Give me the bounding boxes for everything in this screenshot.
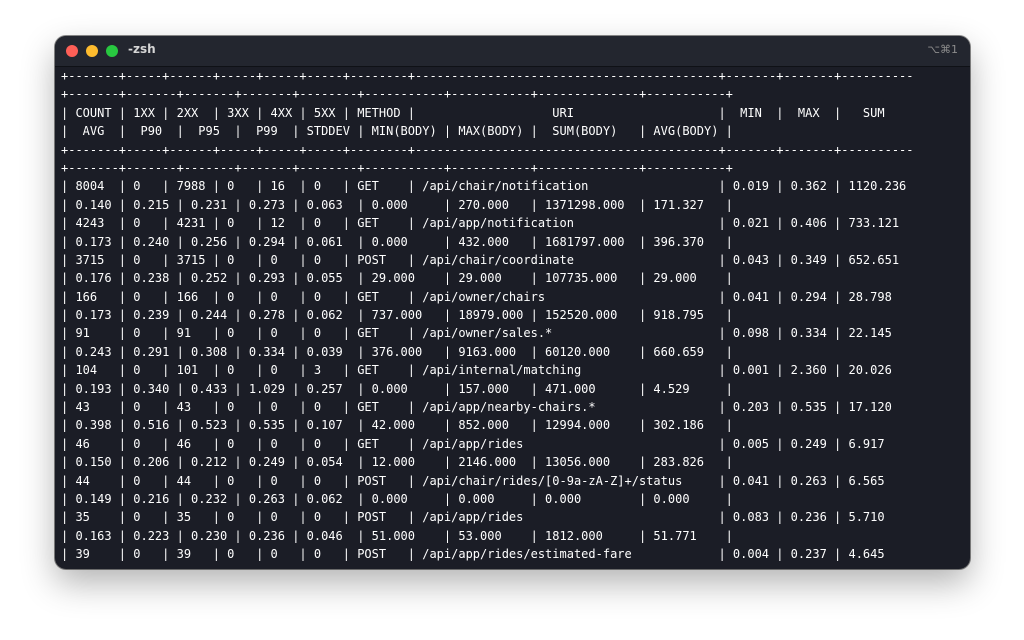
terminal-line: | 0.163 | 0.223 | 0.230 | 0.236 | 0.046 … — [61, 528, 733, 543]
terminal-line: | 0.173 | 0.239 | 0.244 | 0.278 | 0.062 … — [61, 308, 733, 323]
terminal-output[interactable]: +-------+-----+------+-----+-----+-----+… — [61, 67, 970, 569]
terminal-window: -zsh ⌥⌘1 +-------+-----+------+-----+---… — [55, 36, 970, 569]
terminal-line: | 0.150 | 0.206 | 0.212 | 0.249 | 0.054 … — [61, 455, 733, 470]
terminal-line: | 0.193 | 0.340 | 0.433 | 1.029 | 0.257 … — [61, 381, 733, 396]
terminal-line: | 0.140 | 0.215 | 0.231 | 0.273 | 0.063 … — [61, 197, 733, 212]
terminal-line: | 3715 | 0 | 3715 | 0 | 0 | 0 | POST | /… — [61, 252, 900, 267]
terminal-line: | AVG | P90 | P95 | P99 | STDDEV | MIN(B… — [61, 124, 733, 139]
zoom-button[interactable] — [106, 45, 118, 57]
terminal-line: | 0.173 | 0.240 | 0.256 | 0.294 | 0.061 … — [61, 234, 733, 249]
terminal-line: | 43 | 0 | 43 | 0 | 0 | 0 | GET | /api/a… — [61, 400, 892, 415]
terminal-line: | 0.398 | 0.516 | 0.523 | 0.535 | 0.107 … — [61, 418, 733, 433]
terminal-line: | 166 | 0 | 166 | 0 | 0 | 0 | GET | /api… — [61, 289, 892, 304]
terminal-line: | 0.176 | 0.238 | 0.252 | 0.293 | 0.055 … — [61, 271, 733, 286]
terminal-line: | 91 | 0 | 91 | 0 | 0 | 0 | GET | /api/o… — [61, 326, 892, 341]
close-button[interactable] — [66, 45, 78, 57]
terminal-line: | 46 | 0 | 46 | 0 | 0 | 0 | GET | /api/a… — [61, 436, 885, 451]
window-title: -zsh — [128, 42, 156, 56]
terminal-line: +-------+-----+------+-----+-----+-----+… — [61, 69, 914, 83]
terminal-line: | 44 | 0 | 44 | 0 | 0 | 0 | POST | /api/… — [61, 473, 885, 488]
terminal-line: | 104 | 0 | 101 | 0 | 0 | 3 | GET | /api… — [61, 363, 892, 378]
terminal-line: +-------+-------+-------+-------+-------… — [61, 87, 733, 102]
terminal-line: | 35 | 0 | 35 | 0 | 0 | 0 | POST | /api/… — [61, 510, 885, 525]
terminal-line: | 0.243 | 0.291 | 0.308 | 0.334 | 0.039 … — [61, 344, 733, 359]
terminal-line: +-------+-------+-------+-------+-------… — [61, 160, 733, 175]
terminal-line: | 0.149 | 0.216 | 0.232 | 0.263 | 0.062 … — [61, 491, 733, 506]
tab-shortcut: ⌥⌘1 — [927, 43, 958, 56]
terminal-line: | 4243 | 0 | 4231 | 0 | 12 | 0 | GET | /… — [61, 216, 900, 231]
minimize-button[interactable] — [86, 45, 98, 57]
terminal-line: | 39 | 0 | 39 | 0 | 0 | 0 | POST | /api/… — [61, 547, 885, 562]
terminal-line: | 8004 | 0 | 7988 | 0 | 16 | 0 | GET | /… — [61, 179, 907, 194]
terminal-line: +-------+-----+------+-----+-----+-----+… — [61, 142, 914, 157]
terminal-line: | COUNT | 1XX | 2XX | 3XX | 4XX | 5XX | … — [61, 105, 885, 120]
title-bar: -zsh ⌥⌘1 — [55, 36, 970, 67]
